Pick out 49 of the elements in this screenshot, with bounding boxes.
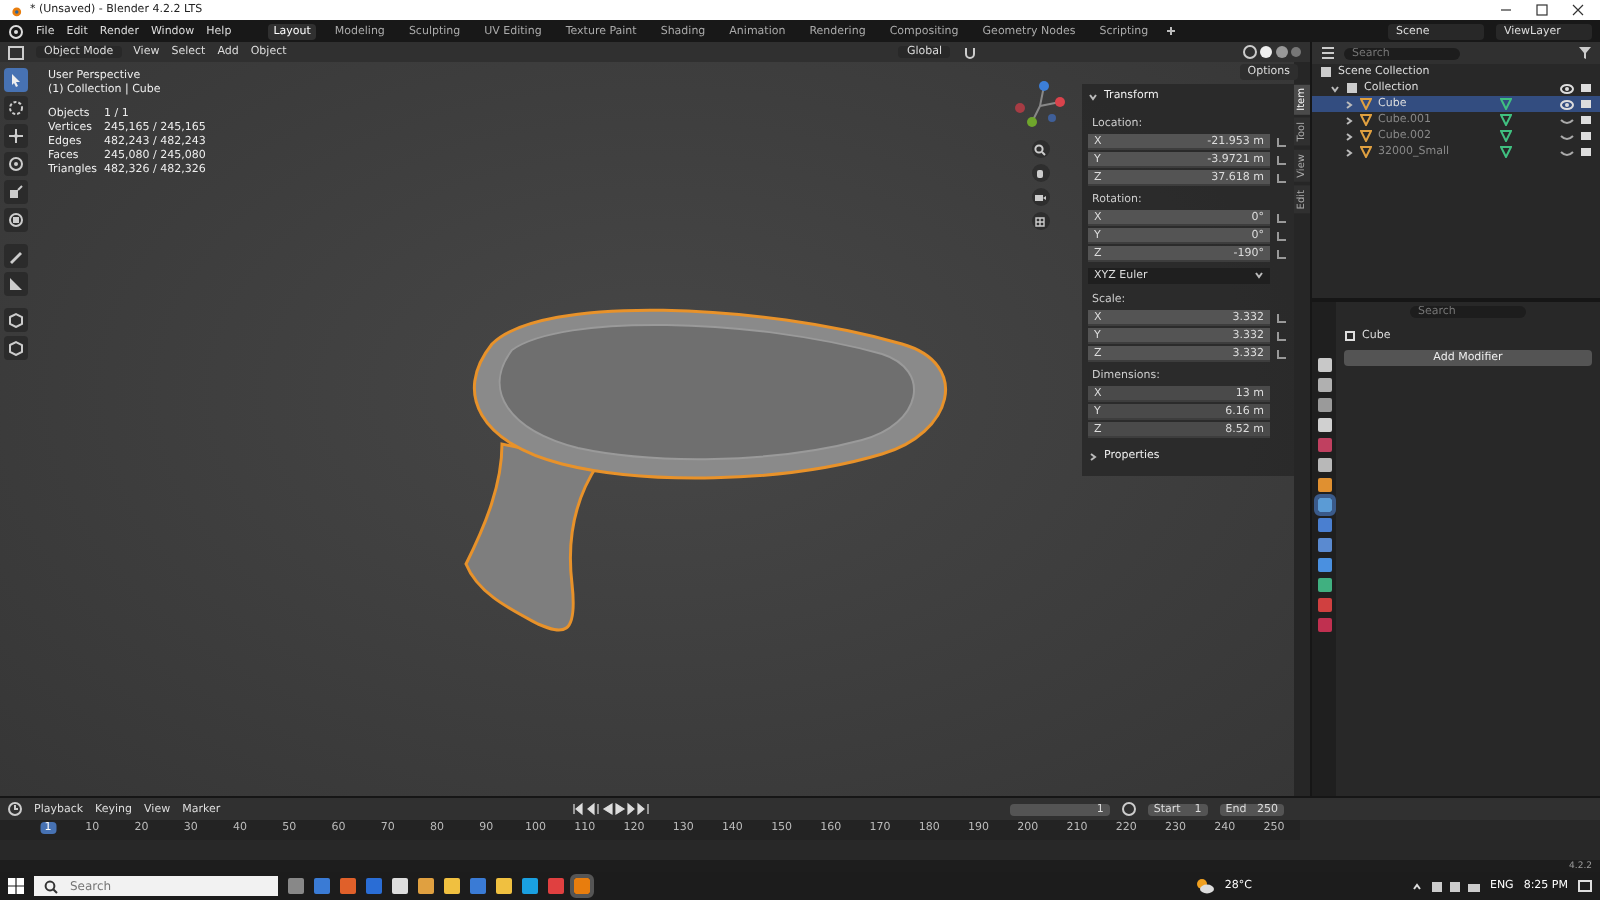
- shading-modes-icon[interactable]: [1242, 44, 1302, 60]
- properties-tab[interactable]: [1317, 478, 1331, 492]
- move-arrows-icon: [8, 128, 24, 144]
- collection-box-icon: [1320, 66, 1332, 78]
- magnet-icon[interactable]: [962, 45, 978, 59]
- properties-tab[interactable]: [1317, 378, 1331, 392]
- tool-button[interactable]: [4, 272, 28, 296]
- tool-button[interactable]: [4, 180, 28, 204]
- properties-tab[interactable]: [1317, 578, 1331, 592]
- tool-button[interactable]: [4, 244, 28, 268]
- properties-tab[interactable]: [1317, 358, 1331, 372]
- pencil-icon: [8, 248, 24, 264]
- transform-icon: [8, 212, 24, 228]
- properties-tab[interactable]: [1317, 538, 1331, 552]
- cursor-icon: [8, 72, 24, 88]
- properties-tab[interactable]: [1317, 418, 1331, 432]
- eye-icon[interactable]: [1560, 115, 1574, 125]
- properties-tab[interactable]: [1317, 558, 1331, 572]
- weather-icon: [1196, 878, 1215, 894]
- tool-button[interactable]: [4, 68, 28, 92]
- add-workspace-icon[interactable]: [1166, 26, 1177, 36]
- circle-icon: [8, 100, 24, 116]
- windows-logo-icon[interactable]: [8, 878, 24, 894]
- properties-tab[interactable]: [1317, 458, 1331, 472]
- properties-tab[interactable]: [1317, 398, 1331, 412]
- editor-type-icon[interactable]: [1320, 46, 1336, 60]
- tool-button[interactable]: [4, 208, 28, 232]
- tool-button[interactable]: [4, 96, 28, 120]
- rotate-icon: [8, 156, 24, 172]
- tool-button[interactable]: [4, 124, 28, 148]
- tool-button[interactable]: [4, 308, 28, 332]
- eye-icon[interactable]: [1560, 147, 1574, 157]
- notification-icon[interactable]: [1578, 879, 1592, 893]
- scale-icon: [8, 184, 24, 200]
- system-tray-icon[interactable]: [1431, 879, 1480, 893]
- clock-icon[interactable]: [8, 802, 22, 816]
- filter-icon[interactable]: [1578, 46, 1592, 60]
- camera-icon[interactable]: [1031, 188, 1049, 206]
- editor-type-icon[interactable]: [8, 45, 24, 59]
- object-icon: [1344, 330, 1356, 342]
- collection-box-icon: [1346, 82, 1358, 94]
- tool-button[interactable]: [4, 336, 28, 360]
- grid-icon[interactable]: [1031, 212, 1049, 230]
- tool-button[interactable]: [4, 152, 28, 176]
- caret-icon: [1254, 270, 1264, 280]
- zoom-icon[interactable]: [1031, 140, 1049, 158]
- eye-icon[interactable]: [1560, 131, 1574, 141]
- ruler-icon: [8, 276, 24, 292]
- chevron-icon[interactable]: [1411, 881, 1422, 891]
